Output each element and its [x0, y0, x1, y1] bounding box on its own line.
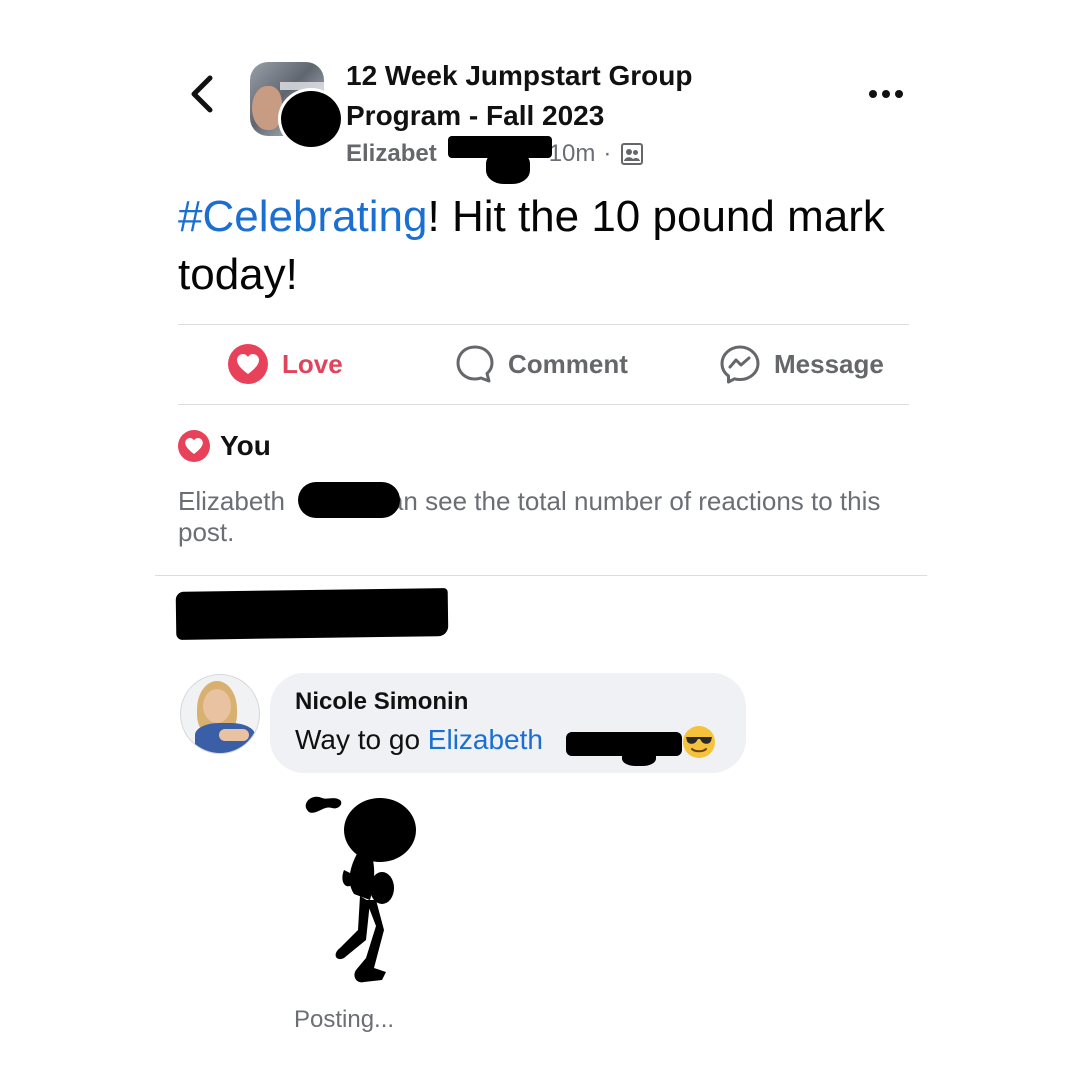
comment-mention[interactable]: Elizabeth [428, 724, 543, 755]
commenter-name[interactable]: Nicole Simonin [295, 688, 468, 716]
more-options-icon[interactable] [866, 86, 906, 102]
comment-icon [456, 345, 494, 383]
comment-button[interactable]: Comment [456, 340, 628, 388]
message-button[interactable]: Message [720, 340, 884, 388]
comment-prefix: Way to go [295, 724, 428, 755]
sunglasses-emoji-icon [683, 726, 715, 758]
reactions-you-label: You [220, 430, 271, 461]
reactions-summary[interactable]: You [178, 426, 271, 466]
notice-name: Elizabeth [178, 486, 285, 516]
notice-name-redaction [298, 482, 400, 518]
love-reaction-small-icon [178, 430, 210, 462]
reactions-notice: Elizabeth an see the total number of reac… [178, 486, 898, 548]
author-name[interactable]: Elizabet [346, 138, 437, 170]
mention-redaction-smudge [622, 748, 656, 766]
group-name[interactable]: 12 Week Jumpstart Group Program - Fall 2… [346, 56, 766, 136]
back-chevron-icon[interactable] [188, 74, 216, 114]
divider-comments [155, 575, 927, 576]
author-avatar-redacted [278, 88, 344, 150]
post-time[interactable]: 10m [549, 138, 596, 170]
group-audience-icon [621, 143, 644, 165]
post-hashtag[interactable]: #Celebrating [178, 192, 428, 241]
comment-text: Way to go Elizabeth [295, 724, 543, 756]
love-label: Love [282, 348, 343, 379]
love-reaction-icon [228, 344, 268, 384]
message-label: Message [774, 348, 884, 379]
stick-figure-sticker [305, 796, 416, 983]
love-button[interactable]: Love [228, 340, 343, 388]
commenter-avatar[interactable] [180, 674, 260, 754]
comment-label: Comment [508, 348, 628, 379]
divider-actions [178, 404, 909, 405]
divider-top [178, 324, 909, 325]
posting-status: Posting... [294, 1006, 395, 1033]
author-name-redaction-smudge [486, 150, 530, 184]
meta-separator: · [603, 140, 612, 167]
post-text: #Celebrating! Hit the 10 pound mark toda… [178, 188, 938, 304]
redacted-block [175, 588, 449, 640]
messenger-icon [720, 345, 760, 384]
